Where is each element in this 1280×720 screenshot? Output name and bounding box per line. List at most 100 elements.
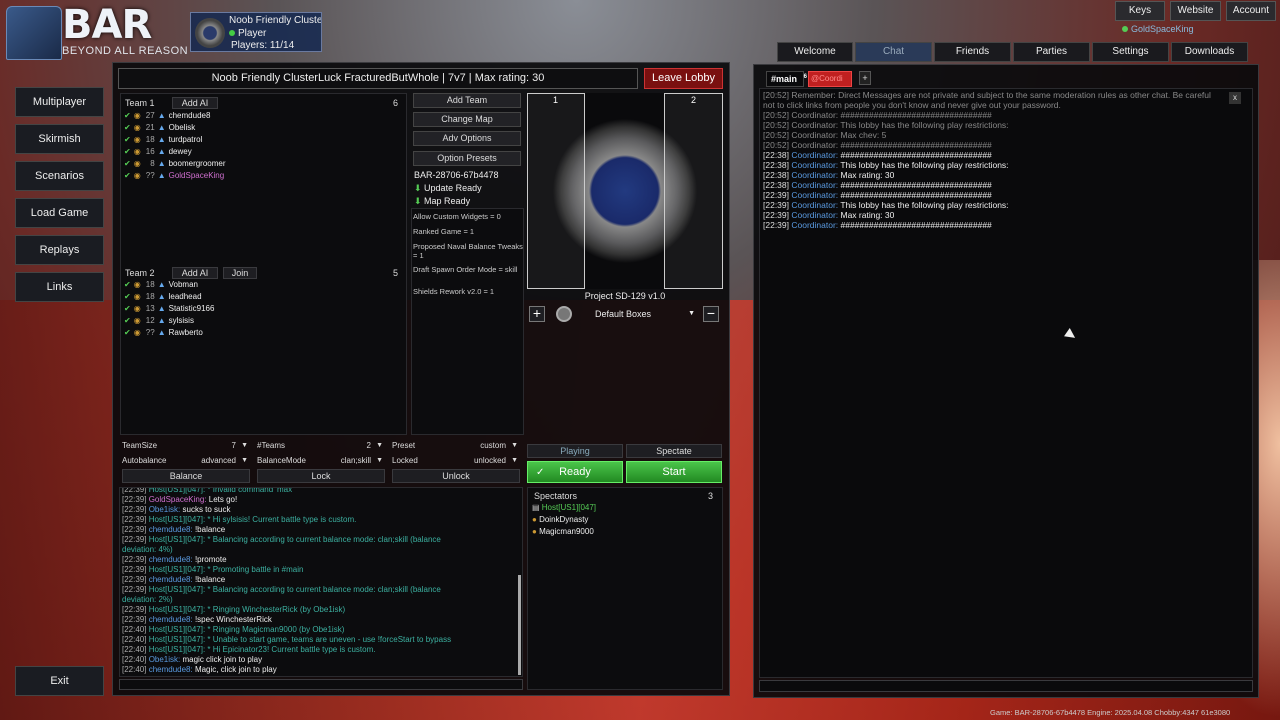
spectator-item[interactable]: ● DoinkDynasty	[532, 515, 588, 524]
chat-message: [22:39] chemdude8: !balance	[122, 575, 518, 585]
chat-message: [22:39] chemdude8: !promote	[122, 555, 518, 565]
nav-links[interactable]: Links	[15, 272, 104, 302]
chat-message: [22:39] Host[US1][047]: * Promoting batt…	[122, 565, 518, 575]
remove-box-button[interactable]: −	[703, 306, 719, 322]
player-row[interactable]: ✔ ◉ 13 ▲ Statistic9166	[124, 303, 404, 315]
player-row[interactable]: ✔ ◉ 18 ▲ Vobman	[124, 279, 404, 291]
start-boxes-value: Default Boxes	[595, 309, 652, 319]
chat-author: Coordinator:	[791, 170, 839, 180]
player-row[interactable]: ✔ ◉ 18 ▲ leadhead	[124, 291, 404, 303]
chat-author: Coordinator:	[791, 120, 839, 130]
nav-skirmish[interactable]: Skirmish	[15, 124, 104, 154]
start-box-1[interactable]	[527, 93, 585, 289]
autobalance-select[interactable]: Autobalance advanced ▼	[122, 454, 250, 467]
player-row[interactable]: ✔ ◉?? ▲ GoldSpaceKing	[124, 170, 404, 182]
nav-load-game[interactable]: Load Game	[15, 198, 104, 228]
channel-message: [20:52] Coordinator: Max chev: 5	[763, 130, 1231, 140]
exit-button[interactable]: Exit	[15, 666, 104, 696]
tab-settings[interactable]: Settings	[1092, 42, 1169, 62]
spectator-item[interactable]: ● Magicman9000	[532, 527, 594, 536]
team2-add-ai-button[interactable]: Add AI	[172, 267, 218, 279]
spectator-item[interactable]: ▤ Host[US1][047]	[532, 503, 596, 512]
teamsize-select[interactable]: TeamSize 7 ▼	[122, 439, 250, 452]
ready-button[interactable]: ✓ Ready	[527, 461, 623, 483]
start-button[interactable]: Start	[626, 461, 722, 483]
nav-replays[interactable]: Replays	[15, 235, 104, 265]
player-row[interactable]: ✔ ◉?? ▲ Rawberto	[124, 327, 404, 339]
player-row[interactable]: ✔ ◉ 16 ▲ dewey	[124, 146, 404, 158]
chat-author: Coordinator:	[791, 220, 839, 230]
chat-text: deviation: 4%)	[122, 545, 173, 554]
chat-text: ################################	[838, 190, 992, 200]
add-channel-button[interactable]: +	[859, 71, 871, 85]
change-map-button[interactable]: Change Map	[413, 112, 521, 127]
nav-multiplayer[interactable]: Multiplayer	[15, 87, 104, 117]
player-row[interactable]: ✔ ◉ 18 ▲ turdpatrol	[124, 134, 404, 146]
tab-friends[interactable]: Friends	[934, 42, 1011, 62]
player-row[interactable]: ✔ ◉ 8 ▲ boomergroomer	[124, 158, 404, 170]
channel-tab-coordinator[interactable]: @Coordi	[808, 71, 852, 87]
balance-button[interactable]: Balance	[122, 469, 250, 483]
tab-parties[interactable]: Parties	[1013, 42, 1090, 62]
chat-scrollbar[interactable]	[518, 575, 521, 675]
ready-check-icon: ✔	[124, 147, 131, 156]
spectate-toggle[interactable]: Spectate	[626, 444, 722, 458]
team2-join-button[interactable]: Join	[223, 267, 257, 279]
balancemode-select[interactable]: BalanceMode clan;skill ▼	[257, 454, 385, 467]
adv-options-button[interactable]: Adv Options	[413, 131, 521, 146]
team1-add-ai-button[interactable]: Add AI	[172, 97, 218, 109]
tab-downloads[interactable]: Downloads	[1171, 42, 1248, 62]
nav-scenarios[interactable]: Scenarios	[15, 161, 104, 191]
download-icon: ⬇	[414, 183, 425, 193]
chat-timestamp: [22:39]	[763, 210, 792, 220]
teams-select[interactable]: #Teams 2 ▼	[257, 439, 385, 452]
player-row[interactable]: ✔ ◉ 21 ▲ Obelisk	[124, 122, 404, 134]
tab-chat[interactable]: Chat	[855, 42, 932, 62]
player-name: Vobman	[168, 280, 198, 289]
chat-author: Host[US1][047]:	[148, 625, 206, 634]
chat-message: [22:39] Host[US1][047]: * Balancing acco…	[122, 585, 518, 595]
start-box-icon[interactable]	[556, 306, 572, 322]
channel-tab-main[interactable]: #main 6	[766, 71, 807, 87]
chat-message: [22:40] Obe1isk: magic click join to pla…	[122, 655, 518, 665]
chat-text: * Balancing according to current balance…	[205, 585, 441, 594]
chat-author: Obe1isk:	[148, 505, 181, 514]
player-name: leadhead	[168, 292, 202, 301]
chat-text: ################################	[838, 110, 992, 120]
add-box-button[interactable]: +	[529, 306, 545, 322]
start-boxes-dropdown[interactable]: Default Boxes ▼	[580, 306, 698, 322]
website-button[interactable]: Website	[1170, 1, 1221, 21]
channel-message: [22:38] Coordinator: ###################…	[763, 150, 1231, 160]
rank-icon: ◉	[133, 316, 141, 325]
chat-timestamp: [22:39]	[122, 515, 149, 524]
channel-message: [22:38] Coordinator: ###################…	[763, 180, 1231, 190]
ready-check-icon: ✔	[124, 159, 131, 168]
keys-button[interactable]: Keys	[1115, 1, 1165, 21]
locked-select[interactable]: Locked unlocked ▼	[392, 454, 520, 467]
version-footer: Game: BAR-28706-67b4478 Engine: 2025.04.…	[990, 708, 1231, 717]
player-row[interactable]: ✔ ◉ 27 ▲ chemdude8	[124, 110, 404, 122]
player-row[interactable]: ✔ ◉ 12 ▲ sylsisis	[124, 315, 404, 327]
chat-timestamp: [22:39]	[122, 565, 149, 574]
lobby-card-role: Player	[229, 28, 266, 39]
account-button[interactable]: Account	[1226, 1, 1276, 21]
option-item: Proposed Naval Balance Tweaks = 1	[413, 242, 523, 260]
option-presets-button[interactable]: Option Presets	[413, 151, 521, 166]
start-box-2[interactable]	[664, 93, 723, 289]
channel-chat-input[interactable]	[759, 680, 1253, 692]
playing-toggle[interactable]: Playing	[527, 444, 623, 458]
preset-select[interactable]: Preset custom ▼	[392, 439, 520, 452]
chat-text: Lets go!	[206, 495, 238, 504]
team1-count: 6	[393, 98, 399, 108]
faction-icon: ▲	[157, 316, 166, 325]
ready-check-icon: ✔	[124, 135, 131, 144]
rank-icon: ●	[532, 515, 540, 524]
lock-button[interactable]: Lock	[257, 469, 385, 483]
unlock-button[interactable]: Unlock	[392, 469, 520, 483]
leave-lobby-button[interactable]: Leave Lobby	[644, 68, 723, 89]
current-lobby-card[interactable]: Noob Friendly Cluster Player Players: 11…	[190, 12, 322, 52]
add-team-button[interactable]: Add Team	[413, 93, 521, 108]
update-ready-label: Update Ready	[424, 183, 482, 193]
tab-welcome[interactable]: Welcome	[777, 42, 853, 62]
chat-input[interactable]	[119, 679, 523, 690]
